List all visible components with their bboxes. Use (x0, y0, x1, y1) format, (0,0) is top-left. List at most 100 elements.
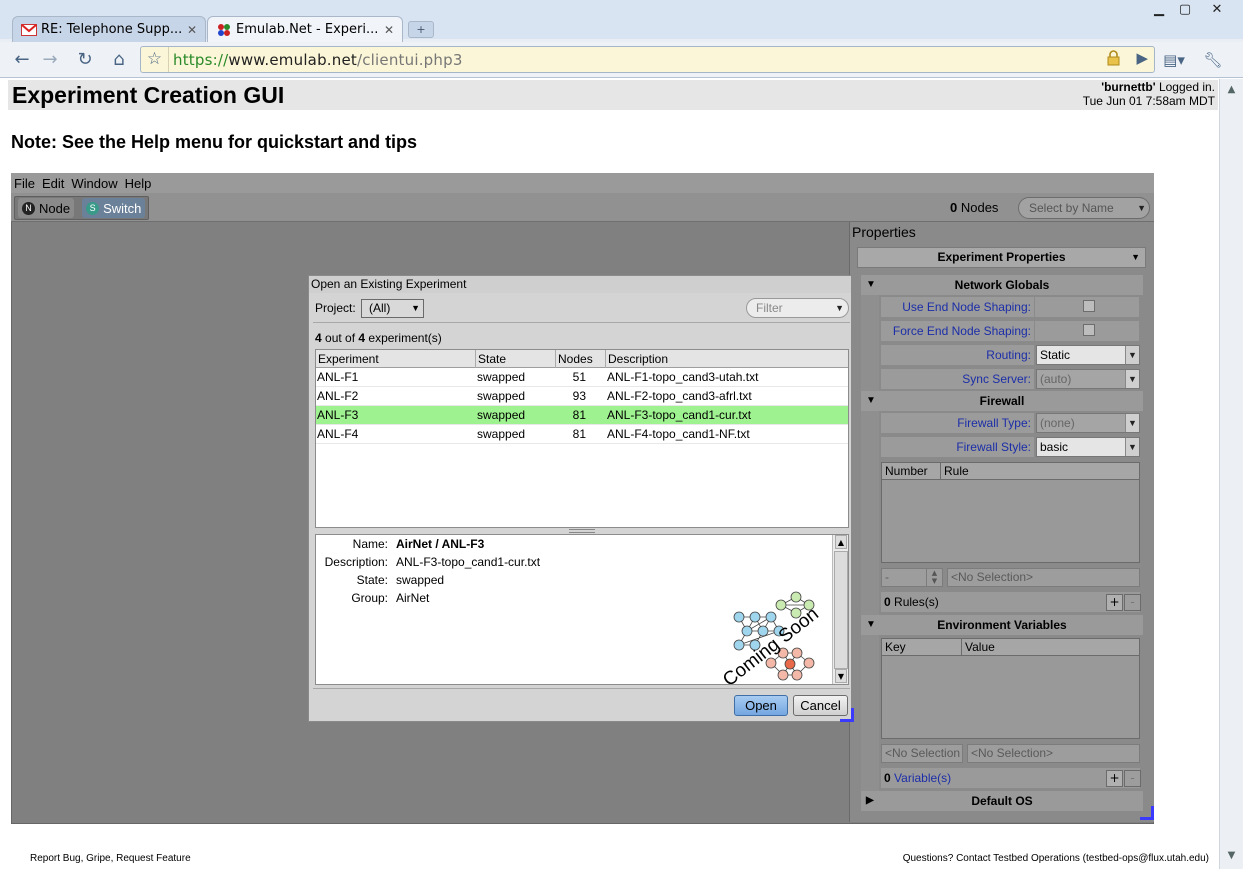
remove-rule-button[interactable]: - (1124, 594, 1141, 611)
close-window-icon[interactable]: ✕ (1203, 2, 1231, 18)
table-row[interactable]: ANL-F2 swapped 93 ANL-F2-topo_cand3-afrl… (316, 387, 848, 406)
detail-state: swapped (396, 573, 445, 587)
section-environment-variables[interactable]: ▼ Environment Variables (861, 615, 1143, 635)
section-gutter (861, 411, 879, 615)
rule-text-field[interactable]: <No Selection> (947, 568, 1140, 587)
menu-file[interactable]: File (14, 176, 35, 191)
divider (313, 322, 850, 323)
menu-edit[interactable]: Edit (42, 176, 64, 191)
table-header: Experiment State Nodes Description (316, 350, 848, 368)
details-scrollbar[interactable]: ▲ ▼ (832, 535, 848, 684)
project-select[interactable]: (All) ▼ (361, 299, 424, 318)
dialog-resize-handle[interactable] (840, 708, 854, 722)
sync-server-select[interactable]: (auto) ▼ (1036, 369, 1140, 389)
section-default-os[interactable]: ▶ Default OS (861, 791, 1143, 811)
table-row[interactable]: ANL-F1 swapped 51 ANL-F1-topo_cand3-utah… (316, 368, 848, 387)
column-header-nodes[interactable]: Nodes (556, 350, 606, 368)
firewall-type-label: Firewall Type: (881, 413, 1034, 433)
column-header-state[interactable]: State (476, 350, 556, 368)
env-value-field[interactable]: <No Selection> (967, 744, 1140, 763)
force-end-node-shaping-checkbox[interactable] (1083, 324, 1095, 336)
forward-icon[interactable]: → (37, 47, 63, 73)
column-header-description[interactable]: Description (606, 350, 848, 368)
browser-tab-emulab[interactable]: Emulab.Net - Experi... ✕ (207, 16, 403, 42)
scroll-up-icon[interactable]: ▲ (835, 535, 847, 549)
scroll-down-icon[interactable]: ▼ (1223, 847, 1240, 864)
panel-resize-handle[interactable] (1140, 806, 1154, 820)
scroll-down-icon[interactable]: ▼ (835, 669, 847, 683)
close-tab-icon[interactable]: ✕ (187, 23, 197, 37)
back-icon[interactable]: ← (9, 47, 35, 73)
column-header[interactable]: Key (882, 639, 962, 655)
column-header-experiment[interactable]: Experiment (316, 350, 476, 368)
firewall-style-select[interactable]: basic ▼ (1036, 437, 1140, 457)
env-key-field[interactable]: <No Selection (881, 744, 963, 763)
detail-description: ANL-F3-topo_cand1-cur.txt (396, 555, 541, 569)
menu-help[interactable]: Help (125, 176, 152, 191)
maximize-window-icon[interactable]: ▢ (1171, 2, 1199, 18)
close-tab-icon[interactable]: ✕ (384, 23, 394, 37)
page-menu-icon[interactable]: ▤▾ (1161, 47, 1187, 73)
collapse-triangle-icon: ▼ (866, 279, 876, 290)
select-by-name-combo[interactable]: Select by Name ▼ (1018, 197, 1150, 219)
remove-variable-button[interactable]: - (1124, 770, 1141, 787)
section-gutter (861, 295, 879, 391)
add-rule-button[interactable]: + (1106, 594, 1123, 611)
column-header[interactable]: Rule (941, 463, 1139, 479)
use-end-node-shaping-checkbox[interactable] (1083, 300, 1095, 312)
switch-tool-button[interactable]: S Switch (82, 198, 146, 218)
properties-selector[interactable]: Experiment Properties ▼ (857, 247, 1146, 268)
table-row[interactable]: ANL-F4 swapped 81 ANL-F4-topo_cand1-NF.t… (316, 425, 848, 444)
divider (313, 688, 850, 689)
new-tab-button[interactable]: + (408, 21, 434, 38)
menu-window[interactable]: Window (71, 176, 117, 191)
chevron-down-icon: ▼ (1137, 203, 1146, 213)
page-scrollbar[interactable]: ▲ ▼ (1219, 79, 1243, 869)
add-variable-button[interactable]: + (1106, 770, 1123, 787)
bookmark-star-icon[interactable]: ☆ (141, 47, 169, 72)
node-count: 0 Nodes (950, 200, 999, 215)
help-note: Note: See the Help menu for quickstart a… (11, 132, 418, 152)
chevron-down-icon: ▼ (411, 303, 420, 313)
datetime: Tue Jun 01 7:58am MDT (1082, 94, 1215, 108)
scroll-thumb[interactable] (834, 551, 848, 669)
routing-label: Routing: (881, 345, 1034, 365)
filter-combo[interactable]: Filter ▼ (746, 298, 849, 318)
minimize-window-icon[interactable]: ▁ (1145, 2, 1173, 18)
force-end-node-shaping-label: Force End Node Shaping: (881, 321, 1034, 341)
section-network-globals[interactable]: ▼ Network Globals (861, 275, 1143, 295)
url-text[interactable]: https://www.emulab.net/clientui.php3 (169, 51, 463, 69)
firewall-type-select[interactable]: (none) ▼ (1036, 413, 1140, 433)
spinner-arrows-icon[interactable]: ▲ ▼ (926, 569, 942, 586)
address-bar[interactable]: ☆ https://www.emulab.net/clientui.php3 ▶ (140, 46, 1155, 73)
open-button[interactable]: Open (734, 695, 788, 716)
detail-name: AirNet / ANL-F3 (396, 537, 485, 551)
home-icon[interactable]: ⌂ (106, 47, 132, 73)
gmail-icon (21, 22, 37, 38)
routing-select[interactable]: Static ▼ (1036, 345, 1140, 365)
report-bug-link[interactable]: Report Bug, Gripe, Request Feature (30, 853, 191, 864)
chevron-down-icon: ▼ (1125, 438, 1139, 456)
wrench-menu-icon[interactable]: 🔧︎▾ (1200, 47, 1226, 95)
testbed-operations-link[interactable]: Testbed Operations (993, 853, 1080, 864)
browser-tab-gmail[interactable]: RE: Telephone Supp... ✕ (12, 16, 206, 42)
env-vars-table[interactable]: Key Value (881, 638, 1140, 739)
table-row-selected[interactable]: ANL-F3 swapped 81 ANL-F3-topo_cand1-cur.… (316, 406, 848, 425)
lock-icon[interactable] (1107, 50, 1120, 70)
firewall-rules-table[interactable]: Number Rule (881, 462, 1140, 563)
experiment-count: 4 out of 4 experiment(s) (315, 331, 442, 345)
section-firewall[interactable]: ▼ Firewall (861, 391, 1143, 411)
chevron-down-icon: ▼ (1125, 414, 1139, 432)
experiment-details: Name: AirNet / ANL-F3 Description: ANL-F… (315, 534, 849, 685)
collapse-triangle-icon: ▼ (866, 619, 876, 630)
column-header[interactable]: Value (962, 639, 1139, 655)
reload-icon[interactable]: ↻ (72, 47, 98, 73)
firewall-style-label: Firewall Style: (881, 437, 1034, 457)
go-icon[interactable]: ▶ (1136, 49, 1148, 67)
node-tool-button[interactable]: N Node (18, 198, 75, 218)
username: 'burnettb' (1101, 80, 1156, 94)
switch-icon: S (86, 201, 100, 215)
column-header[interactable]: Number (882, 463, 941, 479)
scroll-up-icon[interactable]: ▲ (1223, 81, 1240, 98)
dialog-title: Open an Existing Experiment (309, 276, 851, 293)
